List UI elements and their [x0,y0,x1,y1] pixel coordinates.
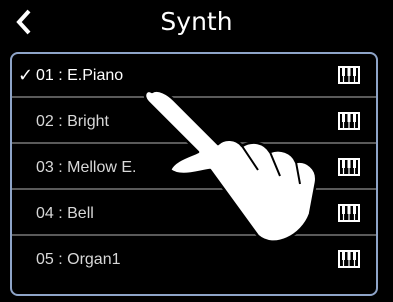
list-item[interactable]: ✓ 01 : E.Piano [12,54,376,98]
list-item-label: 04 : Bell [36,205,94,222]
page-title: Synth [160,7,233,36]
keyboard-icon [338,66,360,84]
row-divider [12,234,376,236]
check-icon: ✓ [18,65,34,86]
keyboard-icon [338,204,360,222]
row-divider [12,96,376,98]
list-item-label: 05 : Organ1 [36,251,121,268]
list-item-label: 03 : Mellow E. [36,159,137,176]
header-bar: Synth [0,0,393,44]
keyboard-icon [338,158,360,176]
list-item[interactable]: 05 : Organ1 [12,238,376,282]
row-divider [12,142,376,144]
patch-list: ✓ 01 : E.Piano 02 : Bright 03: Mellow E… [10,52,378,296]
list-item[interactable]: 02 : Bright [12,100,376,144]
keyboard-icon [338,112,360,130]
row-divider [12,188,376,190]
keyboard-icon [338,250,360,268]
list-item[interactable]: 03 : Mellow E. [12,146,376,190]
list-item-label: 02 : Bright [36,113,109,130]
device-screen: Synth ✓ 01 : E.Piano 02 : Bright 03: Me… [0,0,393,302]
list-item-label: 01 : E.Piano [36,67,124,84]
list-item[interactable]: 04 : Bell [12,192,376,236]
